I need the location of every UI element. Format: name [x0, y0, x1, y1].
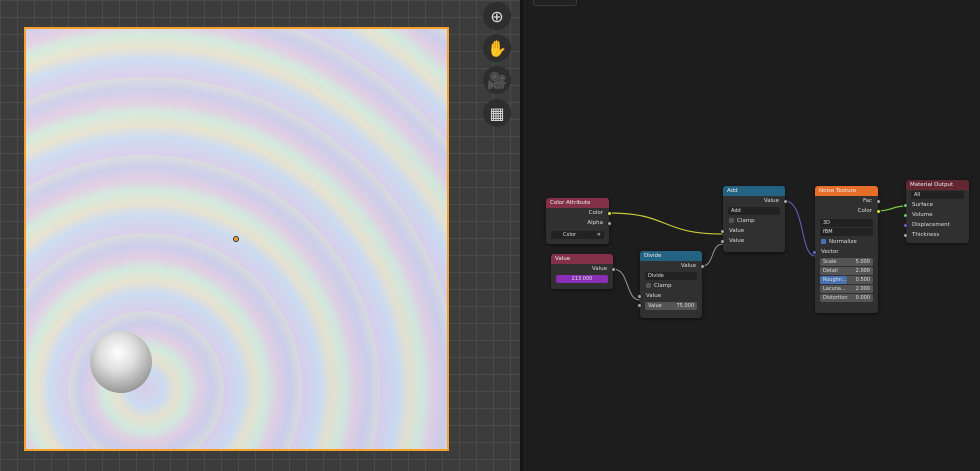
distortion-field[interactable]: Distortion 0.000 — [820, 294, 873, 302]
link-noise-output — [877, 205, 907, 212]
link-value-divide — [612, 268, 641, 301]
type-dropdown[interactable]: fBM — [820, 228, 873, 236]
socket[interactable] — [903, 203, 908, 208]
link-divide-add — [701, 243, 724, 267]
node-add[interactable]: Add Value Add Clamp Value Value — [720, 186, 788, 252]
socket[interactable] — [812, 250, 817, 255]
socket[interactable] — [903, 223, 908, 228]
socket[interactable] — [903, 233, 908, 238]
value-field[interactable]: Value 75.000 — [637, 302, 697, 310]
detail-field[interactable]: Detail 2.000 — [820, 267, 873, 275]
normalize-checkbox[interactable] — [821, 239, 826, 244]
node-divide[interactable]: Divide Value Divide Clamp Value Value 75.… — [637, 251, 705, 318]
socket[interactable] — [876, 209, 881, 214]
socket[interactable] — [720, 229, 725, 234]
output-color: Color — [546, 208, 612, 218]
node-noise-texture[interactable]: Noise Texture Fac Color 3D fBM Normalize… — [812, 186, 881, 313]
link-color-add — [608, 212, 724, 235]
value-field[interactable]: 213.000 — [556, 275, 608, 283]
node-header: Add — [723, 186, 785, 196]
node-header: Material Output — [906, 180, 969, 190]
socket[interactable] — [611, 267, 616, 272]
node-material-output[interactable]: Material Output All Surface Volume Displ… — [903, 180, 969, 243]
clamp-checkbox[interactable] — [646, 283, 651, 288]
roughness-field[interactable]: Roughn... 0.500 — [820, 276, 873, 284]
socket[interactable] — [607, 211, 612, 216]
socket[interactable] — [700, 264, 705, 269]
dimensions-dropdown[interactable]: 3D — [820, 219, 873, 227]
node-header: Noise Texture — [815, 186, 878, 196]
socket[interactable] — [720, 239, 725, 244]
scale-field[interactable]: Scale 5.000 — [820, 258, 873, 266]
operation-dropdown[interactable]: Divide — [645, 272, 697, 280]
clear-icon[interactable]: ✕ — [597, 231, 601, 239]
target-dropdown[interactable]: All — [911, 191, 964, 199]
link-add-noise — [784, 200, 816, 257]
operation-dropdown[interactable]: Add — [728, 207, 780, 215]
socket[interactable] — [783, 199, 788, 204]
attribute-field[interactable]: Color ✕ — [551, 231, 604, 239]
socket[interactable] — [903, 213, 908, 218]
clamp-checkbox[interactable] — [729, 218, 734, 223]
socket[interactable] — [637, 294, 642, 299]
socket[interactable] — [607, 221, 612, 226]
socket[interactable] — [876, 199, 881, 204]
node-color-attribute[interactable]: Color Attribute Color Alpha Color ✕ — [546, 198, 612, 244]
node-header: Divide — [640, 251, 702, 261]
node-header: Color Attribute — [546, 198, 609, 208]
node-value[interactable]: Value Value 213.000 — [551, 254, 616, 289]
node-header: Value — [551, 254, 613, 264]
lacunarity-field[interactable]: Lacuna... 2.000 — [820, 285, 873, 293]
output-alpha: Alpha — [546, 218, 612, 228]
